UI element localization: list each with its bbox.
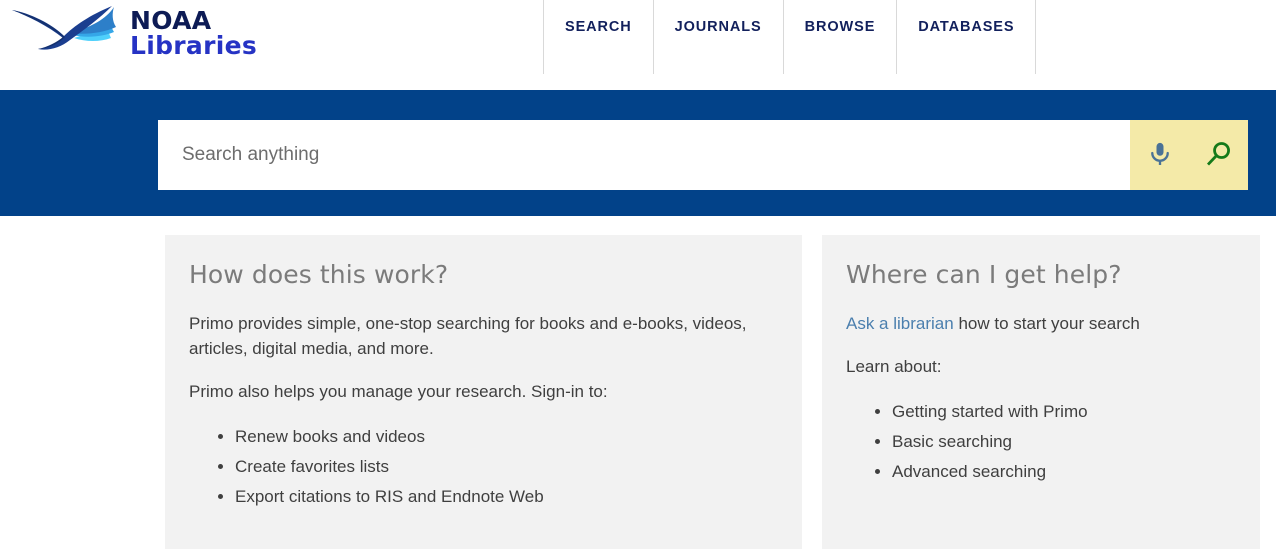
search-input[interactable] [158, 120, 1130, 190]
content-area: How does this work? Primo provides simpl… [0, 216, 1276, 549]
list-item: Renew books and videos [235, 422, 778, 452]
learn-about-label: Learn about: [846, 356, 942, 376]
search-band [0, 90, 1276, 216]
nav-item-search[interactable]: SEARCH [543, 0, 654, 74]
magnifier-icon [1205, 140, 1233, 171]
card-where-can-i-get-help: Where can I get help? Ask a librarian ho… [822, 235, 1260, 549]
nav-item-databases[interactable]: DATABASES [897, 0, 1037, 74]
card-left-list: Renew books and videos Create favorites … [189, 422, 778, 513]
voice-search-button[interactable] [1138, 133, 1182, 177]
search-actions [1130, 120, 1248, 190]
microphone-icon [1146, 140, 1174, 171]
noaa-seagull-logo-icon [8, 4, 126, 62]
site-header: NOAA Libraries SEARCH JOURNALS BROWSE DA… [0, 0, 1276, 90]
card-left-title: How does this work? [189, 260, 449, 289]
nav-item-browse[interactable]: BROWSE [784, 0, 898, 74]
nav-item-journals[interactable]: JOURNALS [654, 0, 784, 74]
brand-logo-link[interactable]: NOAA Libraries [8, 2, 257, 64]
ask-a-librarian-line: Ask a librarian how to start your search [846, 311, 1236, 336]
list-item[interactable]: Basic searching [892, 427, 1236, 457]
brand-line-2: Libraries [130, 31, 258, 60]
list-item[interactable]: Advanced searching [892, 457, 1236, 487]
list-item: Create favorites lists [235, 452, 778, 482]
card-how-does-this-work: How does this work? Primo provides simpl… [165, 235, 802, 549]
card-right-list: Getting started with Primo Basic searchi… [846, 397, 1236, 488]
card-right-title: Where can I get help? [846, 260, 1122, 289]
main-navigation: SEARCH JOURNALS BROWSE DATABASES [543, 0, 1037, 74]
list-item: Export citations to RIS and Endnote Web [235, 482, 778, 512]
ask-a-librarian-link[interactable]: Ask a librarian [846, 314, 954, 333]
list-item[interactable]: Getting started with Primo [892, 397, 1236, 427]
ask-a-librarian-rest: how to start your search [953, 313, 1140, 333]
card-left-paragraph-2: Primo also helps you manage your researc… [189, 381, 608, 401]
brand-wordmark: NOAA Libraries [130, 5, 258, 60]
brand-line-1: NOAA [130, 5, 212, 35]
card-left-paragraph-1: Primo provides simple, one-stop searchin… [189, 313, 747, 358]
search-submit-button[interactable] [1197, 133, 1241, 177]
search-bar [158, 120, 1248, 190]
